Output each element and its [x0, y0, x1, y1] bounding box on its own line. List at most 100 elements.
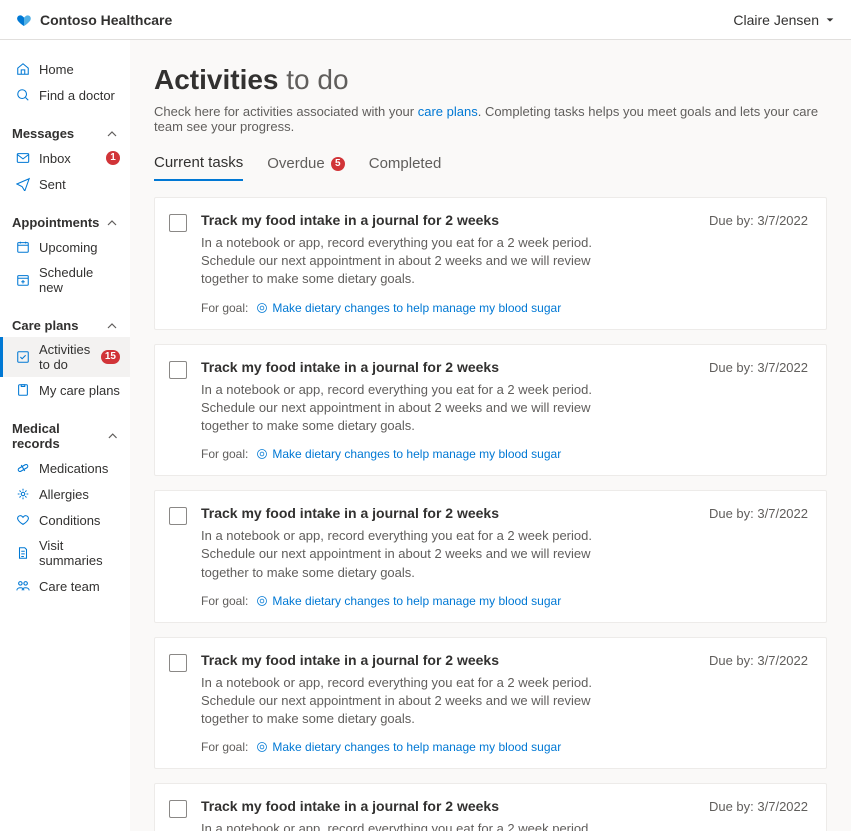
tab-label: Completed [369, 155, 442, 172]
goal-link-text: Make dietary changes to help manage my b… [272, 740, 561, 754]
task-card: Track my food intake in a journal for 2 … [154, 637, 827, 770]
care-plans-link[interactable]: care plans [418, 104, 478, 119]
home-icon [15, 61, 31, 77]
goal-link[interactable]: Make dietary changes to help manage my b… [256, 740, 561, 754]
checklist-icon [15, 349, 31, 365]
sidebar-item-home[interactable]: Home [0, 56, 130, 82]
task-body: Track my food intake in a journal for 2 … [201, 652, 808, 755]
calendar-add-icon [15, 272, 31, 288]
task-goal-row: For goal: Make dietary changes to help m… [201, 447, 808, 461]
page-title: Activities to do [154, 64, 827, 96]
task-title: Track my food intake in a journal for 2 … [201, 505, 499, 521]
group-title: Medical records [12, 421, 107, 451]
goal-prefix: For goal: [201, 447, 248, 461]
goal-link-text: Make dietary changes to help manage my b… [272, 447, 561, 461]
badge: 15 [101, 350, 120, 364]
task-desc: In a notebook or app, record everything … [201, 381, 601, 436]
chevron-up-icon [106, 320, 118, 332]
nav-label: Visit summaries [39, 538, 120, 568]
nav-label: Medications [39, 461, 120, 476]
goal-link[interactable]: Make dietary changes to help manage my b… [256, 447, 561, 461]
task-due: Due by: 3/7/2022 [709, 799, 808, 814]
group-title: Care plans [12, 318, 78, 333]
tab-overdue[interactable]: Overdue 5 [267, 154, 345, 181]
page-title-bold: Activities [154, 64, 279, 95]
sidebar-item-my-care-plans[interactable]: My care plans [0, 377, 130, 403]
task-card: Track my food intake in a journal for 2 … [154, 197, 827, 330]
page-subtitle: Check here for activities associated wit… [154, 104, 827, 134]
sidebar-item-conditions[interactable]: Conditions [0, 507, 130, 533]
task-body: Track my food intake in a journal for 2 … [201, 505, 808, 608]
goal-prefix: For goal: [201, 301, 248, 315]
sidebar-group-medical-records[interactable]: Medical records [0, 417, 130, 455]
task-card: Track my food intake in a journal for 2 … [154, 490, 827, 623]
tabs: Current tasks Overdue 5 Completed [154, 154, 827, 181]
nav-label: Allergies [39, 487, 120, 502]
goal-prefix: For goal: [201, 740, 248, 754]
user-menu[interactable]: Claire Jensen [733, 12, 835, 28]
nav-label: Schedule new [39, 265, 120, 295]
target-icon [256, 302, 268, 314]
group-title: Appointments [12, 215, 99, 230]
task-due: Due by: 3/7/2022 [709, 360, 808, 375]
search-doctor-icon [15, 87, 31, 103]
group-title: Messages [12, 126, 74, 141]
caret-down-icon [825, 15, 835, 25]
allergy-icon [15, 486, 31, 502]
heart-icon [15, 512, 31, 528]
tab-completed[interactable]: Completed [369, 154, 442, 181]
task-due: Due by: 3/7/2022 [709, 506, 808, 521]
clipboard-icon [15, 382, 31, 398]
sidebar-item-visit-summaries[interactable]: Visit summaries [0, 533, 130, 573]
people-icon [15, 578, 31, 594]
nav-label: Care team [39, 579, 120, 594]
task-checkbox[interactable] [169, 214, 187, 232]
task-checkbox[interactable] [169, 507, 187, 525]
task-checkbox[interactable] [169, 800, 187, 818]
task-due: Due by: 3/7/2022 [709, 213, 808, 228]
brand-logo-icon [16, 12, 32, 28]
goal-link[interactable]: Make dietary changes to help manage my b… [256, 301, 561, 315]
sidebar-item-inbox[interactable]: Inbox 1 [0, 145, 130, 171]
task-goal-row: For goal: Make dietary changes to help m… [201, 740, 808, 754]
goal-link[interactable]: Make dietary changes to help manage my b… [256, 594, 561, 608]
main-content: Activities to do Check here for activiti… [130, 40, 851, 831]
brand: Contoso Healthcare [16, 12, 172, 28]
task-title: Track my food intake in a journal for 2 … [201, 798, 499, 814]
sidebar-item-activities[interactable]: Activities to do 15 [0, 337, 130, 377]
sidebar-item-schedule-new[interactable]: Schedule new [0, 260, 130, 300]
sidebar-item-upcoming[interactable]: Upcoming [0, 234, 130, 260]
task-checkbox[interactable] [169, 361, 187, 379]
sidebar-group-messages[interactable]: Messages [0, 122, 130, 145]
subtitle-pre: Check here for activities associated wit… [154, 104, 418, 119]
task-checkbox[interactable] [169, 654, 187, 672]
tab-current[interactable]: Current tasks [154, 154, 243, 181]
sidebar-item-care-team[interactable]: Care team [0, 573, 130, 599]
chevron-up-icon [106, 217, 118, 229]
task-desc: In a notebook or app, record everything … [201, 674, 601, 729]
sidebar-item-medications[interactable]: Medications [0, 455, 130, 481]
target-icon [256, 448, 268, 460]
nav-label: Find a doctor [39, 88, 120, 103]
topbar: Contoso Healthcare Claire Jensen [0, 0, 851, 40]
nav-label: Sent [39, 177, 120, 192]
task-list: Track my food intake in a journal for 2 … [154, 197, 827, 831]
chevron-up-icon [107, 430, 118, 442]
nav-label: Activities to do [39, 342, 93, 372]
target-icon [256, 595, 268, 607]
task-card: Track my food intake in a journal for 2 … [154, 344, 827, 477]
send-icon [15, 176, 31, 192]
sidebar-item-allergies[interactable]: Allergies [0, 481, 130, 507]
task-goal-row: For goal: Make dietary changes to help m… [201, 301, 808, 315]
sidebar-group-appointments[interactable]: Appointments [0, 211, 130, 234]
task-desc: In a notebook or app, record everything … [201, 527, 601, 582]
sidebar-group-care-plans[interactable]: Care plans [0, 314, 130, 337]
target-icon [256, 741, 268, 753]
sidebar-item-find-doctor[interactable]: Find a doctor [0, 82, 130, 108]
tab-label: Overdue [267, 155, 325, 172]
user-name: Claire Jensen [733, 12, 819, 28]
task-goal-row: For goal: Make dietary changes to help m… [201, 594, 808, 608]
task-body: Track my food intake in a journal for 2 … [201, 798, 808, 831]
page-title-rest: to do [286, 64, 348, 95]
sidebar-item-sent[interactable]: Sent [0, 171, 130, 197]
